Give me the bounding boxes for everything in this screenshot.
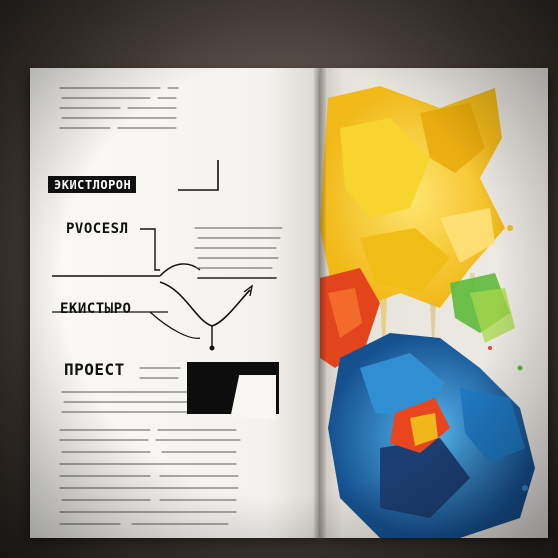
heading-ekistyro: ЕКИСТЫРО [60,301,132,317]
text-block-top [59,87,179,129]
text-block-middle [194,227,283,279]
diagram-lines [0,0,320,558]
text-block-bottom [59,429,241,525]
heading-process: PVOCESЛ [66,221,129,237]
book-photo: ЭКИСТЛОРОН PVOCESЛ ЕКИСТЫРО ПРОЕСТ [0,0,558,558]
heading-proect: ПРОЕСТ [64,360,125,379]
right-page [320,68,548,538]
paint-splash-artwork [320,86,535,538]
heading-bar: ЭКИСТЛОРОН [48,176,137,193]
